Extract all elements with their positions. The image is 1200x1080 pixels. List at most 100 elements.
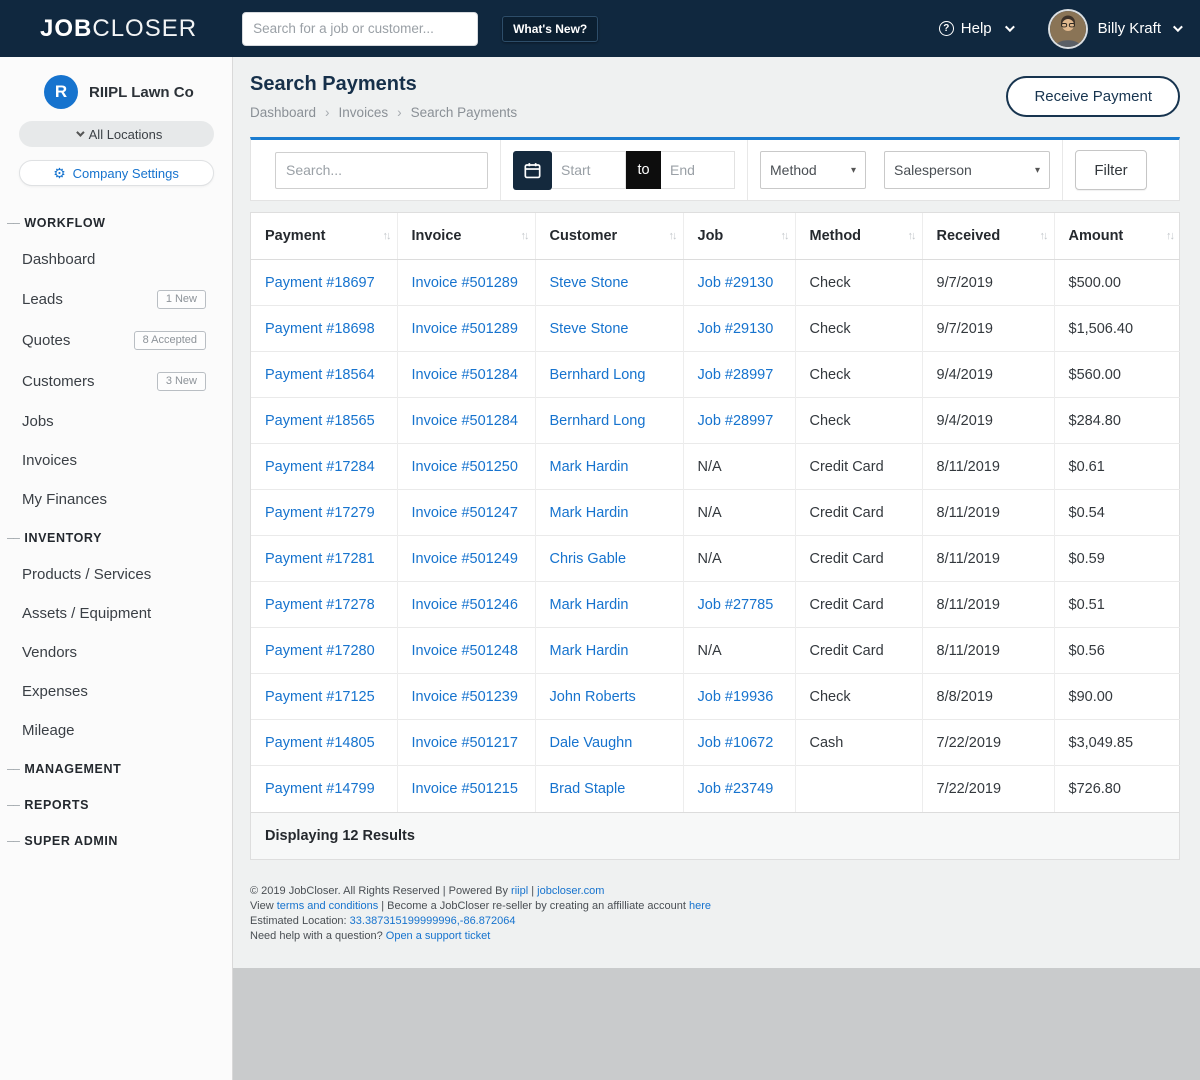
app-logo[interactable]: JOBCLOSER [40, 15, 197, 43]
end-date-input[interactable] [661, 151, 735, 189]
column-header-amount[interactable]: Amount↑↓ [1054, 213, 1180, 260]
sort-icon[interactable]: ↑↓ [383, 230, 390, 242]
user-menu[interactable]: Billy Kraft [1098, 20, 1180, 37]
payment-link[interactable]: Payment #17279 [265, 505, 375, 521]
invoice-link[interactable]: Invoice #501215 [412, 781, 518, 797]
customer-link[interactable]: Brad Staple [550, 781, 626, 797]
job-link[interactable]: Job #29130 [698, 321, 774, 337]
breadcrumb-item-invoices[interactable]: Invoices [339, 105, 389, 120]
sidebar-item-assets-equipment[interactable]: Assets / Equipment [0, 594, 232, 633]
payment-link[interactable]: Payment #14805 [265, 735, 375, 751]
method-select[interactable]: Method ▾ [760, 151, 866, 189]
footer-link[interactable]: riipl [511, 885, 528, 897]
sidebar-item-dashboard[interactable]: Dashboard [0, 240, 232, 279]
column-header-payment[interactable]: Payment↑↓ [251, 213, 397, 260]
column-header-invoice[interactable]: Invoice↑↓ [397, 213, 535, 260]
footer-link[interactable]: terms and conditions [277, 900, 379, 912]
sidebar-section-workflow[interactable]: WORKFLOW [0, 204, 232, 240]
payment-link[interactable]: Payment #17281 [265, 551, 375, 567]
payment-link[interactable]: Payment #17125 [265, 689, 375, 705]
customer-link[interactable]: Dale Vaughn [550, 735, 633, 751]
customer-link[interactable]: Steve Stone [550, 321, 629, 337]
customer-link[interactable]: Chris Gable [550, 551, 627, 567]
invoice-link[interactable]: Invoice #501289 [412, 321, 518, 337]
company-settings-button[interactable]: ⚙ Company Settings [19, 160, 214, 186]
job-link[interactable]: Job #23749 [698, 781, 774, 797]
receive-payment-button[interactable]: Receive Payment [1006, 76, 1180, 117]
job-link[interactable]: Job #19936 [698, 689, 774, 705]
sidebar-section-reports[interactable]: REPORTS [0, 786, 232, 822]
calendar-button[interactable] [513, 151, 552, 190]
customer-link[interactable]: Mark Hardin [550, 459, 629, 475]
invoice-link[interactable]: Invoice #501248 [412, 643, 518, 659]
invoice-link[interactable]: Invoice #501250 [412, 459, 518, 475]
footer-link[interactable]: Open a support ticket [386, 930, 491, 942]
sidebar-item-mileage[interactable]: Mileage [0, 711, 232, 750]
sidebar-item-expenses[interactable]: Expenses [0, 672, 232, 711]
payment-link[interactable]: Payment #17278 [265, 597, 375, 613]
job-link[interactable]: Job #27785 [698, 597, 774, 613]
column-header-customer[interactable]: Customer↑↓ [535, 213, 683, 260]
job-link[interactable]: Job #28997 [698, 367, 774, 383]
column-header-received[interactable]: Received↑↓ [922, 213, 1054, 260]
footer-link[interactable]: here [689, 900, 711, 912]
sidebar-item-my-finances[interactable]: My Finances [0, 480, 232, 519]
invoice-link[interactable]: Invoice #501284 [412, 413, 518, 429]
invoice-link[interactable]: Invoice #501289 [412, 275, 518, 291]
whats-new-button[interactable]: What's New? [502, 16, 598, 42]
payment-link[interactable]: Payment #14799 [265, 781, 375, 797]
sort-icon[interactable]: ↑↓ [1040, 230, 1047, 242]
customer-link[interactable]: Bernhard Long [550, 413, 646, 429]
sidebar-item-products-services[interactable]: Products / Services [0, 555, 232, 594]
help-menu[interactable]: ? Help [939, 20, 1012, 37]
customer-link[interactable]: Bernhard Long [550, 367, 646, 383]
customer-link[interactable]: Mark Hardin [550, 505, 629, 521]
job-link[interactable]: Job #28997 [698, 413, 774, 429]
payment-link[interactable]: Payment #18565 [265, 413, 375, 429]
customer-link[interactable]: John Roberts [550, 689, 636, 705]
customer-link[interactable]: Steve Stone [550, 275, 629, 291]
user-avatar[interactable] [1050, 11, 1086, 47]
sidebar-section-inventory[interactable]: INVENTORY [0, 519, 232, 555]
breadcrumb-item-dashboard[interactable]: Dashboard [250, 105, 316, 120]
sidebar-section-super-admin[interactable]: SUPER ADMIN [0, 822, 232, 858]
start-date-input[interactable] [552, 151, 626, 189]
sidebar-section-management[interactable]: MANAGEMENT [0, 750, 232, 786]
table-search-input[interactable] [275, 152, 488, 189]
column-header-job[interactable]: Job↑↓ [683, 213, 795, 260]
payment-link[interactable]: Payment #17284 [265, 459, 375, 475]
breadcrumb: Dashboard›Invoices›Search Payments [250, 105, 517, 120]
payment-link[interactable]: Payment #18697 [265, 275, 375, 291]
sidebar-item-jobs[interactable]: Jobs [0, 402, 232, 441]
payment-link[interactable]: Payment #17280 [265, 643, 375, 659]
salesperson-select[interactable]: Salesperson ▾ [884, 151, 1050, 189]
locations-dropdown[interactable]: All Locations [19, 121, 214, 147]
sidebar-item-leads[interactable]: Leads1 New [0, 279, 232, 320]
sort-icon[interactable]: ↑↓ [908, 230, 915, 242]
global-search-input[interactable] [242, 12, 478, 46]
sort-icon[interactable]: ↑↓ [1166, 230, 1173, 242]
invoice-link[interactable]: Invoice #501217 [412, 735, 518, 751]
customer-link[interactable]: Mark Hardin [550, 643, 629, 659]
sidebar-item-vendors[interactable]: Vendors [0, 633, 232, 672]
sort-icon[interactable]: ↑↓ [669, 230, 676, 242]
invoice-link[interactable]: Invoice #501249 [412, 551, 518, 567]
invoice-link[interactable]: Invoice #501284 [412, 367, 518, 383]
sidebar-item-customers[interactable]: Customers3 New [0, 361, 232, 402]
invoice-link[interactable]: Invoice #501247 [412, 505, 518, 521]
sort-icon[interactable]: ↑↓ [521, 230, 528, 242]
payment-link[interactable]: Payment #18698 [265, 321, 375, 337]
job-link[interactable]: Job #29130 [698, 275, 774, 291]
customer-link[interactable]: Mark Hardin [550, 597, 629, 613]
payment-link[interactable]: Payment #18564 [265, 367, 375, 383]
filter-button[interactable]: Filter [1075, 150, 1147, 190]
column-header-method[interactable]: Method↑↓ [795, 213, 922, 260]
invoice-link[interactable]: Invoice #501246 [412, 597, 518, 613]
footer-link[interactable]: jobcloser.com [537, 885, 604, 897]
sidebar-item-invoices[interactable]: Invoices [0, 441, 232, 480]
sort-icon[interactable]: ↑↓ [781, 230, 788, 242]
job-link[interactable]: Job #10672 [698, 735, 774, 751]
invoice-link[interactable]: Invoice #501239 [412, 689, 518, 705]
footer-link[interactable]: 33.387315199999996,-86.872064 [350, 915, 516, 927]
sidebar-item-quotes[interactable]: Quotes8 Accepted [0, 320, 232, 361]
